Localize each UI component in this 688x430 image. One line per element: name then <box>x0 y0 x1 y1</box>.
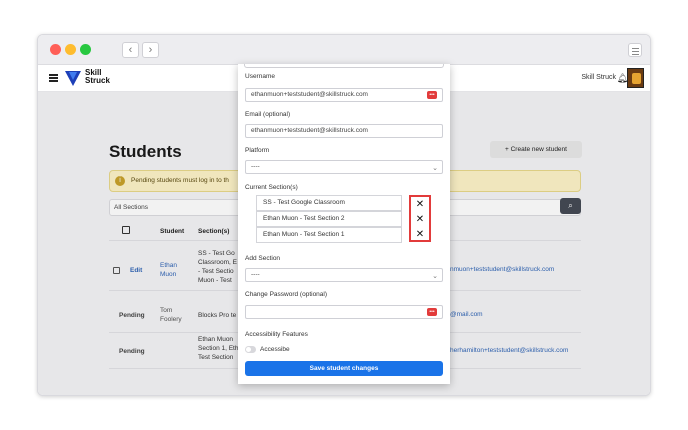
modal-top-field-edge <box>244 64 444 68</box>
platform-label: Platform <box>245 147 270 154</box>
current-section-item: Ethan Muon - Test Section 1 <box>256 227 402 243</box>
edit-student-modal: Username ethanmuon+teststudent@skillstru… <box>238 64 450 384</box>
username-input[interactable]: ethanmuon+teststudent@skillstruck.com ••… <box>245 88 443 102</box>
username-value: ethanmuon+teststudent@skillstruck.com <box>251 91 368 98</box>
remove-section-close-icon[interactable]: ✕ <box>411 198 429 212</box>
platform-value: ---- <box>251 163 260 170</box>
email-field[interactable]: ethanmuon+teststudent@skillstruck.com <box>245 124 443 138</box>
save-student-button[interactable]: Save student changes <box>245 361 443 376</box>
add-section-value: ---- <box>251 271 260 278</box>
browser-menu-icon[interactable] <box>628 43 642 57</box>
maximize-window-dot[interactable] <box>80 44 91 55</box>
remove-buttons-highlight: ✕ ✕ ✕ <box>409 195 431 242</box>
change-password-input[interactable]: ••• <box>245 305 443 319</box>
change-password-label: Change Password (optional) <box>245 291 328 298</box>
close-window-dot[interactable] <box>50 44 61 55</box>
chevron-left-icon[interactable]: ‹ <box>122 42 139 58</box>
chevron-down-icon: ⌄ <box>432 165 438 172</box>
chevron-down-icon: ⌄ <box>432 273 438 280</box>
hamburger-menu-icon[interactable] <box>49 74 58 82</box>
accessibe-toggle[interactable] <box>245 346 256 353</box>
add-section-label: Add Section <box>245 255 281 262</box>
username-label: Username <box>245 73 275 80</box>
email-label: Email (optional) <box>245 111 291 118</box>
password-manager-icon[interactable]: ••• <box>427 308 437 316</box>
chevron-right-icon[interactable]: › <box>142 42 159 58</box>
browser-titlebar: ‹ › <box>38 35 650 65</box>
accessibility-label: Accessibility Features <box>245 331 308 338</box>
current-section-item: SS - Test Google Classroom <box>256 195 402 211</box>
logo-wordmark: Skill Struck <box>85 69 110 85</box>
accessibe-label: Accessibe <box>260 346 290 353</box>
logo-line2: Struck <box>85 76 110 85</box>
remove-section-close-icon[interactable]: ✕ <box>411 213 429 227</box>
platform-select[interactable]: ---- ⌄ <box>245 160 443 174</box>
email-value: ethanmuon+teststudent@skillstruck.com <box>251 127 368 134</box>
account-name[interactable]: Skill Struck <box>581 74 616 81</box>
add-section-select[interactable]: ---- ⌄ <box>245 268 443 282</box>
remove-section-close-icon[interactable]: ✕ <box>411 228 429 242</box>
current-section-item: Ethan Muon - Test Section 2 <box>256 211 402 227</box>
skill-struck-logo-icon <box>65 71 81 86</box>
minimize-window-dot[interactable] <box>65 44 76 55</box>
avatar[interactable] <box>627 68 644 88</box>
password-manager-icon[interactable]: ••• <box>427 91 437 99</box>
current-sections-label: Current Section(s) <box>245 184 298 191</box>
